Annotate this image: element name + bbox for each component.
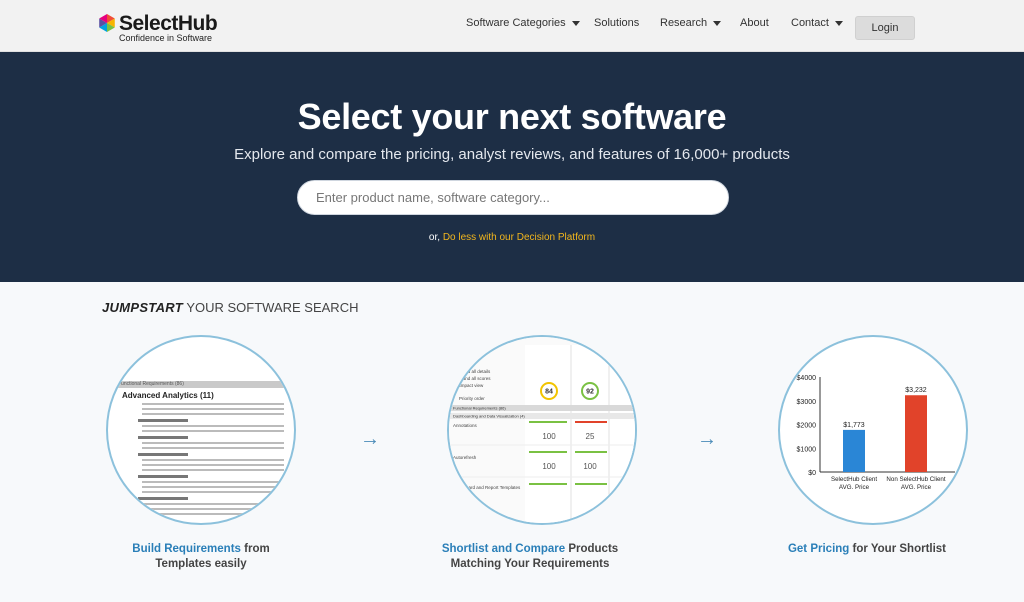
caret-down-icon bbox=[834, 20, 843, 26]
step-shortlist-compare: Shortlist and Compare Products Matching … bbox=[430, 542, 630, 572]
menu-item: Compact view bbox=[455, 383, 484, 388]
step-get-pricing: Get Pricing for Your Shortlist bbox=[767, 542, 967, 557]
requirements-document: Functional Requirements (86) Advanced An… bbox=[112, 381, 294, 515]
bar-value-label: $1,773 bbox=[843, 422, 865, 429]
price-bar bbox=[905, 395, 927, 472]
menu-item: Priority order bbox=[459, 396, 485, 401]
menu-item: Expand all scores bbox=[455, 376, 491, 381]
step-text: from bbox=[240, 543, 270, 555]
search-input[interactable] bbox=[316, 190, 710, 205]
row-label: Annotations bbox=[453, 423, 478, 428]
step-text: for Your Shortlist bbox=[849, 543, 947, 555]
login-button[interactable]: Login bbox=[855, 16, 915, 40]
nav-label: Research bbox=[660, 17, 708, 29]
price-bar bbox=[843, 429, 865, 472]
cell-value: 100 bbox=[542, 462, 556, 471]
nav-label: Contact bbox=[791, 17, 829, 29]
score-value: 84 bbox=[545, 389, 553, 396]
decision-platform-link[interactable]: Do less with our Decision Platform bbox=[443, 232, 595, 243]
row-label: Dashboarding and Data Visualization (4) bbox=[453, 414, 525, 419]
nav-label: Software Categories bbox=[466, 17, 566, 29]
pricing-chart-circle: $4000 $3000 $2000 $1000 $0 $1,773 SelectHub C… bbox=[778, 335, 968, 525]
step-highlight[interactable]: Build Requirements bbox=[132, 543, 241, 555]
category-label: SelectHub Client bbox=[831, 476, 877, 483]
jumpstart-heading: JUMPSTART YOUR SOFTWARE SEARCH bbox=[102, 300, 358, 315]
cell-value: 100 bbox=[583, 462, 597, 471]
nav-software-categories[interactable]: Software Categories bbox=[466, 17, 580, 29]
nav-label: About bbox=[740, 17, 769, 29]
right-arrow-icon: → bbox=[360, 428, 380, 450]
step-highlight[interactable]: Shortlist and Compare bbox=[442, 543, 565, 555]
right-arrow-icon: → bbox=[697, 428, 717, 450]
step-text: Products bbox=[565, 543, 619, 555]
jumpstart-rest: YOUR SOFTWARE SEARCH bbox=[182, 300, 359, 315]
row-label: Dashboard and Report Templates bbox=[453, 485, 521, 490]
nav-solutions[interactable]: Solutions bbox=[594, 17, 639, 29]
row-label: Autorefresh bbox=[453, 455, 477, 460]
category-label: AVG. Price bbox=[901, 484, 932, 491]
jumpstart-bold: JUMPSTART bbox=[102, 300, 183, 315]
nav-about[interactable]: About bbox=[740, 17, 769, 29]
nav-label: Solutions bbox=[594, 17, 640, 29]
y-tick-label: $4000 bbox=[797, 375, 817, 382]
nav-research[interactable]: Research bbox=[660, 17, 722, 29]
doc-heading: Advanced Analytics (11) bbox=[122, 391, 214, 400]
row-label: Functional Requirements (86) bbox=[453, 406, 506, 411]
decision-platform-line: or, Do less with our Decision Platform bbox=[0, 232, 1024, 243]
requirements-preview-circle: Functional Requirements (86) Advanced An… bbox=[106, 335, 296, 525]
or-prefix: or, bbox=[428, 232, 441, 243]
cell-value: 25 bbox=[586, 432, 595, 441]
compare-grid: Expand all details Expand all scores Com… bbox=[449, 337, 635, 523]
step-line2: Templates easily bbox=[155, 558, 247, 570]
bar-value-label: $3,232 bbox=[905, 387, 927, 394]
score-value: 92 bbox=[586, 389, 594, 396]
search-box[interactable] bbox=[297, 180, 729, 215]
cell-value: 100 bbox=[542, 432, 556, 441]
y-tick-label: $1000 bbox=[797, 446, 817, 453]
step-line2: Matching Your Requirements bbox=[450, 558, 610, 570]
compare-preview-circle: Expand all details Expand all scores Com… bbox=[447, 335, 637, 525]
category-label: Non SelectHub Client bbox=[886, 476, 945, 483]
hero-title: Select your next software bbox=[297, 96, 727, 137]
y-tick-label: $2000 bbox=[797, 423, 817, 430]
hero-subtitle: Explore and compare the pricing, analyst… bbox=[234, 146, 790, 163]
caret-down-icon bbox=[571, 20, 580, 26]
hero-section: Select your next software Explore and co… bbox=[0, 52, 1024, 282]
menu-item: Expand all details bbox=[455, 369, 491, 374]
caret-down-icon bbox=[713, 20, 722, 26]
top-navbar: SelectHub Confidence in Software Softwar… bbox=[0, 0, 1024, 52]
category-label: AVG. Price bbox=[839, 484, 870, 491]
y-tick-label: $0 bbox=[808, 470, 816, 477]
step-build-requirements: Build Requirements from Templates easily bbox=[101, 542, 301, 572]
doc-header-bar: Functional Requirements (86) bbox=[112, 381, 294, 388]
y-tick-label: $3000 bbox=[797, 399, 817, 406]
pricing-bar-chart: $4000 $3000 $2000 $1000 $0 $1,773 SelectHub C… bbox=[797, 375, 955, 491]
step-highlight[interactable]: Get Pricing bbox=[788, 543, 849, 555]
nav-contact[interactable]: Contact bbox=[791, 17, 843, 29]
